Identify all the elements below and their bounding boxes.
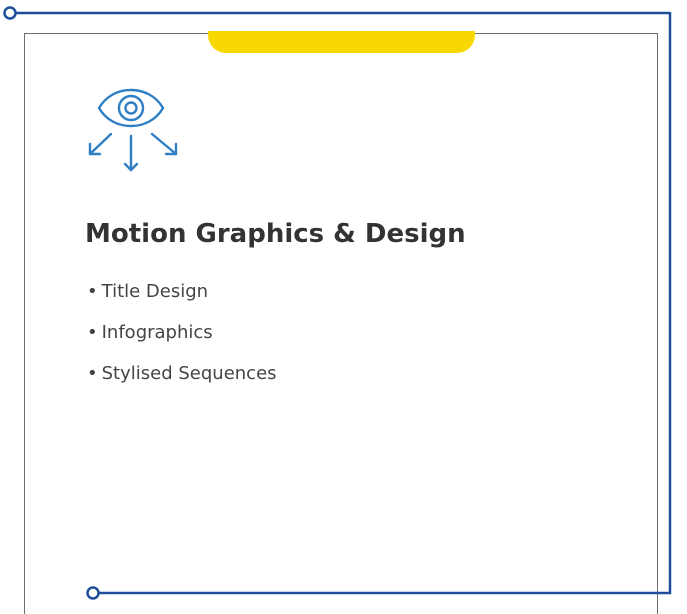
- bullet-icon: •: [87, 322, 98, 343]
- service-card-stage: Motion Graphics & Design • Title Design •…: [0, 0, 687, 614]
- list-item: • Title Design: [87, 280, 277, 304]
- frame-bottom-endpoint-icon: [86, 586, 100, 600]
- feature-list: • Title Design • Infographics • Stylised Se…: [87, 280, 277, 403]
- bullet-icon: •: [87, 363, 98, 384]
- card-title: Motion Graphics & Design: [85, 219, 466, 249]
- list-item: • Infographics: [87, 321, 277, 345]
- eye-with-arrows-icon: [84, 88, 184, 178]
- bullet-icon: •: [87, 281, 98, 302]
- feature-label: Stylised Sequences: [101, 363, 277, 384]
- feature-label: Infographics: [101, 322, 213, 343]
- frame-top-endpoint-icon: [3, 6, 17, 20]
- list-item: • Stylised Sequences: [87, 362, 277, 386]
- feature-label: Title Design: [101, 281, 209, 302]
